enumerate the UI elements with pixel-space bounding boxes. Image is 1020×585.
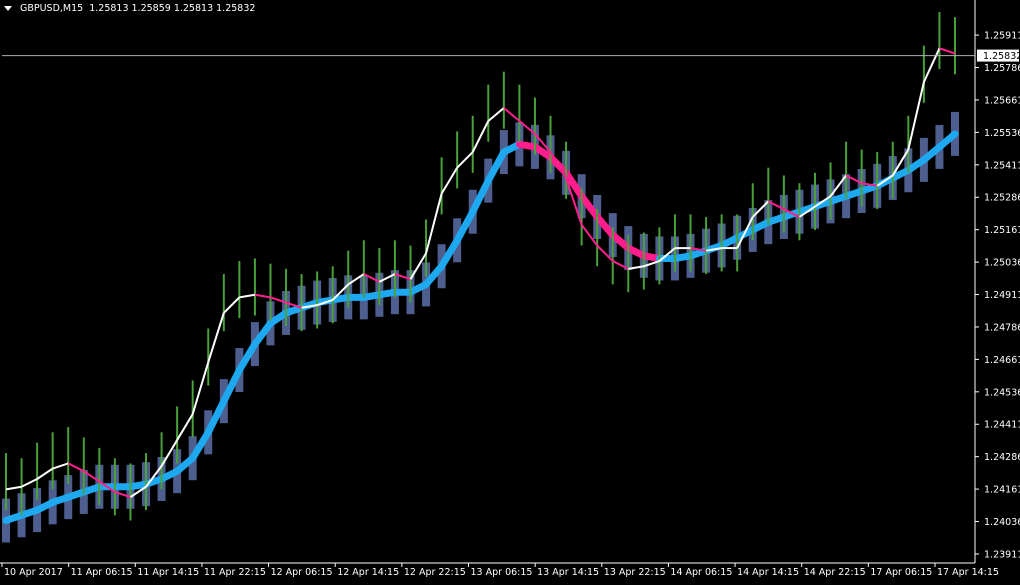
fast-ma-segment xyxy=(67,462,85,473)
fast-ma-segment xyxy=(5,485,22,491)
y-tick-label: 1.25786 xyxy=(984,63,1020,74)
fast-ma-segment xyxy=(922,47,941,83)
fast-ma-segment xyxy=(36,467,54,480)
chart-window: 1.25911 1.25786 1.25661 1.25536 1.25411 1.252… xyxy=(0,0,1020,581)
y-tick-label: 1.24536 xyxy=(984,387,1020,398)
chart-menu-arrow-icon[interactable] xyxy=(4,6,12,11)
x-tick-label: 11 Apr 22:15 xyxy=(204,567,266,578)
symbol-label: GBPUSD,M15 xyxy=(20,3,84,14)
fast-ma-segment xyxy=(52,462,69,470)
price-chart: 1.25911 1.25786 1.25661 1.25536 1.25411 1.252… xyxy=(0,0,1020,578)
fast-ma-segment xyxy=(456,151,474,169)
y-tick-label: 1.24036 xyxy=(984,517,1020,528)
y-tick-label: 1.25036 xyxy=(984,258,1020,269)
y-tick-label: 1.25536 xyxy=(984,128,1020,139)
y-tick-label: 1.25911 xyxy=(984,31,1020,42)
axes: 1.25911 1.25786 1.25661 1.25536 1.25411 1.252… xyxy=(0,0,1020,578)
fast-ma-segment xyxy=(487,107,505,122)
y-tick-label: 1.25411 xyxy=(984,160,1020,171)
y-tick-label: 1.24911 xyxy=(984,290,1020,301)
x-tick-label: 11 Apr 06:15 xyxy=(71,567,133,578)
x-tick-label: 11 Apr 14:15 xyxy=(137,567,199,578)
fast-ma-segment xyxy=(176,413,194,441)
y-tick-label: 1.24161 xyxy=(984,485,1020,496)
y-tick-label: 1.25286 xyxy=(984,193,1020,204)
fast-ma-segment xyxy=(254,293,271,299)
fast-ma-segment xyxy=(939,47,956,55)
current-price-label: 1.25832 xyxy=(983,51,1020,62)
x-tick-label: 10 Apr 2017 xyxy=(4,567,63,578)
plot-area xyxy=(2,12,959,543)
fast-ma-segment xyxy=(191,361,210,415)
x-tick-label: 12 Apr 22:15 xyxy=(404,567,466,578)
y-tick-label: 1.23911 xyxy=(984,549,1020,560)
x-tick-label: 14 Apr 22:15 xyxy=(804,567,866,578)
y-tick-label: 1.24286 xyxy=(984,452,1020,463)
x-tick-label: 14 Apr 06:15 xyxy=(670,567,732,578)
fast-ma-segment xyxy=(21,478,38,488)
y-tick-label: 1.25161 xyxy=(984,225,1020,236)
chart-header: GBPUSD,M15 1.25813 1.25859 1.25813 1.258… xyxy=(4,3,255,14)
x-tick-label: 14 Apr 14:15 xyxy=(737,567,799,578)
fast-ma-segment xyxy=(440,167,459,195)
ohlc-label: 1.25813 1.25859 1.25813 1.25832 xyxy=(89,3,256,14)
x-tick-label: 13 Apr 22:15 xyxy=(604,567,666,578)
x-tick-label: 17 Apr 14:15 xyxy=(937,567,999,578)
x-tick-label: 13 Apr 06:15 xyxy=(471,567,533,578)
y-tick-label: 1.24411 xyxy=(984,420,1020,431)
x-tick-label: 17 Apr 06:15 xyxy=(870,567,932,578)
y-tick-label: 1.24661 xyxy=(984,355,1020,366)
fast-ma-segment xyxy=(223,296,241,314)
fast-ma-segment xyxy=(207,312,225,363)
y-tick-label: 1.24786 xyxy=(984,322,1020,333)
x-tick-label: 13 Apr 14:15 xyxy=(537,567,599,578)
y-tick-label: 1.25661 xyxy=(984,95,1020,106)
fast-ma-segment xyxy=(503,107,521,122)
x-tick-label: 12 Apr 06:15 xyxy=(271,567,333,578)
fast-ma-segment xyxy=(239,293,256,299)
x-tick-label: 12 Apr 14:15 xyxy=(337,567,399,578)
fast-ma-segment xyxy=(471,120,490,153)
